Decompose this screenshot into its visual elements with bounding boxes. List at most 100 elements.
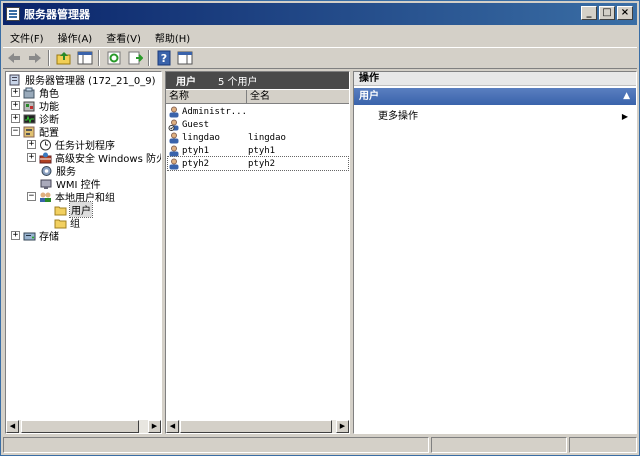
- user-icon: [169, 106, 179, 117]
- status-panel: [569, 437, 637, 453]
- export-list-button[interactable]: [125, 49, 145, 67]
- tree-item-label: 组: [70, 219, 80, 230]
- show-hide-action-icon: [177, 51, 193, 65]
- user-name: ptyh1: [182, 145, 210, 156]
- table-row[interactable]: ptyh2 ptyh2: [167, 156, 349, 171]
- collapse-toggle[interactable]: −: [27, 192, 36, 201]
- expand-toggle[interactable]: +: [27, 153, 36, 162]
- tree-item-storage[interactable]: + 存储: [11, 229, 59, 243]
- server-manager-app-icon[interactable]: [6, 7, 20, 21]
- action-pane[interactable]: 操作 用户 ▲ 更多操作 ▶: [353, 71, 637, 434]
- refresh-button[interactable]: [104, 49, 124, 67]
- toolbar-separator: [148, 50, 150, 66]
- menu-help[interactable]: 帮助(H): [148, 30, 197, 45]
- result-pane-title: 用户: [176, 77, 196, 88]
- up-folder-icon: [56, 52, 71, 65]
- user-icon: [169, 145, 179, 156]
- table-row[interactable]: Administr...: [168, 105, 348, 118]
- folder-icon: [54, 219, 67, 228]
- tree-item-firewall[interactable]: + 高级安全 Windows 防火墙: [27, 151, 161, 165]
- table-row[interactable]: ptyh1 ptyh1: [168, 144, 348, 157]
- scroll-right-button[interactable]: ▶: [336, 420, 349, 433]
- table-row[interactable]: Guest: [168, 118, 348, 131]
- scroll-thumb[interactable]: [180, 420, 332, 433]
- action-pane-header: 操作: [354, 72, 636, 86]
- user-name: lingdao: [182, 132, 220, 143]
- back-icon: [8, 53, 20, 63]
- close-button[interactable]: ×: [617, 6, 633, 20]
- toolbar-separator: [48, 50, 50, 66]
- show-hide-tree-icon: [77, 51, 93, 65]
- toolbar-separator: [98, 50, 100, 66]
- svg-text:?: ?: [161, 52, 167, 65]
- back-button[interactable]: [4, 49, 24, 67]
- server-manager-window: 服务器管理器 _ □ × 文件(F) 操作(A) 查看(V) 帮助(H) ? 服…: [0, 0, 640, 456]
- list-horizontal-scrollbar[interactable]: ◀ ▶: [166, 420, 349, 433]
- tree-item-configuration[interactable]: − 配置: [11, 125, 59, 139]
- refresh-icon: [107, 51, 121, 65]
- forward-button[interactable]: [25, 49, 45, 67]
- scroll-left-button[interactable]: ◀: [6, 420, 19, 433]
- tree-horizontal-scrollbar[interactable]: ◀ ▶: [6, 420, 161, 433]
- menu-file[interactable]: 文件(F): [3, 30, 51, 45]
- user-fullname: lingdao: [248, 132, 286, 143]
- expand-toggle[interactable]: +: [11, 231, 20, 240]
- column-header-name[interactable]: 名称: [166, 90, 247, 104]
- server-manager-icon: [9, 74, 20, 85]
- tree-root[interactable]: 服务器管理器 (172_21_0_9): [9, 73, 156, 87]
- tree-item-label: 存储: [39, 232, 59, 243]
- action-section-users[interactable]: 用户 ▲: [354, 88, 636, 105]
- expand-toggle[interactable]: +: [27, 140, 36, 149]
- expand-toggle[interactable]: +: [11, 114, 20, 123]
- export-list-icon: [128, 51, 143, 65]
- status-panel: [431, 437, 567, 453]
- user-name: ptyh2: [182, 158, 210, 169]
- more-actions-item[interactable]: 更多操作 ▶: [378, 110, 628, 124]
- firewall-icon: [39, 152, 52, 163]
- services-icon: [41, 165, 52, 176]
- column-header-fullname[interactable]: 全名: [247, 90, 349, 104]
- show-hide-tree-button[interactable]: [75, 49, 95, 67]
- action-section-title: 用户: [359, 91, 379, 102]
- menu-bar: 文件(F) 操作(A) 查看(V) 帮助(H): [3, 28, 637, 46]
- table-row[interactable]: lingdao lingdao: [168, 131, 348, 144]
- user-name: Guest: [182, 119, 210, 130]
- result-pane[interactable]: 用户 5 个用户 名称 全名 Administr... Guest lingda…: [165, 71, 350, 434]
- user-fullname: ptyh2: [248, 158, 276, 169]
- help-icon: ?: [157, 50, 171, 66]
- submenu-arrow-icon: ▶: [621, 112, 628, 121]
- expand-toggle[interactable]: +: [11, 101, 20, 110]
- column-headers: 名称 全名: [166, 90, 349, 104]
- collapse-toggle[interactable]: −: [11, 127, 20, 136]
- user-name: Administr...: [182, 106, 248, 117]
- console-tree[interactable]: 服务器管理器 (172_21_0_9) + 角色 + 功能 + 诊断 − 配置 …: [5, 71, 162, 434]
- menu-action[interactable]: 操作(A): [51, 30, 100, 45]
- scroll-right-button[interactable]: ▶: [148, 420, 161, 433]
- window-controls: _ □ ×: [581, 6, 633, 20]
- help-button[interactable]: ?: [154, 49, 174, 67]
- user-fullname: ptyh1: [248, 145, 276, 156]
- diagnostics-icon: [23, 114, 36, 123]
- window-title: 服务器管理器: [24, 8, 90, 21]
- maximize-button[interactable]: □: [599, 6, 615, 20]
- action-item-label: 更多操作: [378, 111, 418, 122]
- show-hide-action-button[interactable]: [175, 49, 195, 67]
- scroll-left-button[interactable]: ◀: [166, 420, 179, 433]
- menu-view[interactable]: 查看(V): [99, 30, 148, 45]
- title-bar[interactable]: 服务器管理器 _ □ ×: [3, 3, 637, 25]
- user-count: 5 个用户: [218, 77, 258, 88]
- folder-icon: [54, 206, 67, 215]
- status-bar: [3, 437, 637, 453]
- scroll-thumb[interactable]: [21, 420, 139, 433]
- user-icon: [169, 158, 179, 169]
- roles-icon: [23, 87, 35, 98]
- storage-icon: [23, 232, 36, 240]
- configuration-icon: [23, 126, 35, 137]
- task-scheduler-icon: [40, 139, 51, 150]
- expand-toggle[interactable]: +: [11, 88, 20, 97]
- features-icon: [23, 101, 35, 111]
- collapse-section-icon[interactable]: ▲: [623, 88, 630, 105]
- status-panel: [3, 437, 429, 453]
- minimize-button[interactable]: _: [581, 6, 597, 20]
- up-folder-button[interactable]: [54, 49, 74, 67]
